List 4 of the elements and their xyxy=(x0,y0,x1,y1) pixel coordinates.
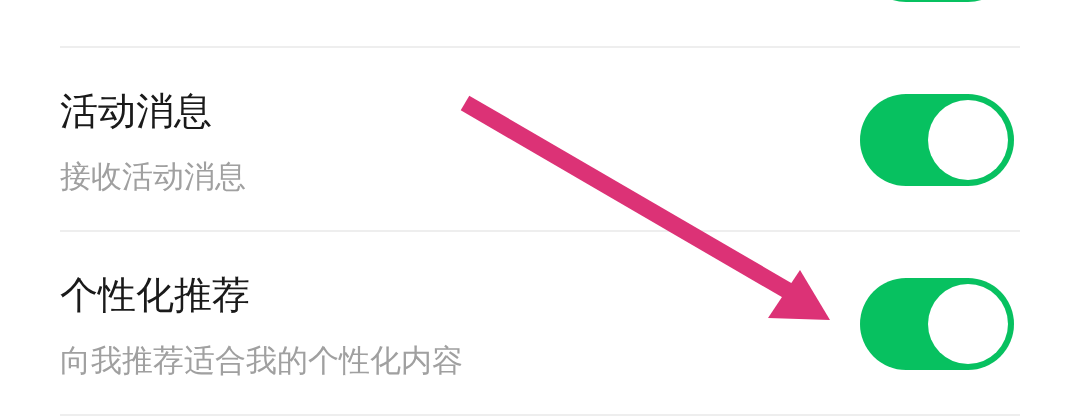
setting-description: 接收活动消息 xyxy=(60,157,246,196)
setting-title: 个性化推荐 xyxy=(60,272,251,318)
setting-description: 向我推荐适合我的个性化内容 xyxy=(60,341,463,380)
setting-title: 活动消息 xyxy=(60,88,213,134)
